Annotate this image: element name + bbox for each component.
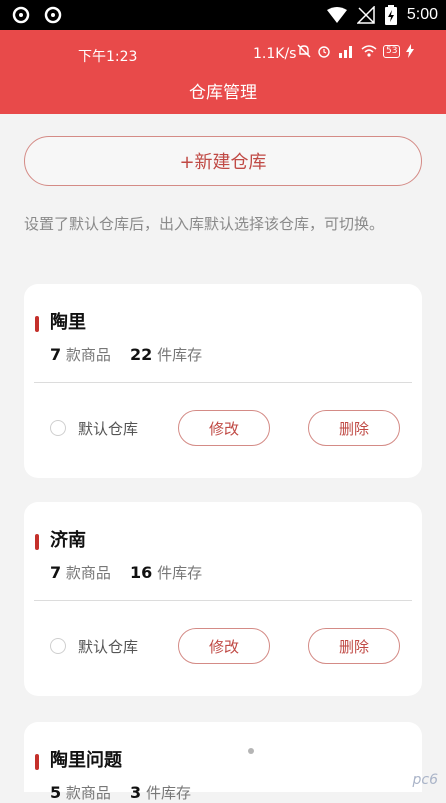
system-left-icons: [12, 6, 62, 24]
warehouse-name: 陶里问题: [50, 750, 122, 771]
sync-icon: [12, 6, 30, 24]
title-accent-bar: [35, 754, 39, 770]
stock-count: 16: [130, 563, 153, 582]
warehouse-card: 济南 7 款商品 16 件库存 默认仓库 修改 删除: [24, 502, 422, 696]
warehouse-name: 陶里: [50, 312, 86, 333]
warehouse-card: 陶里 7 款商品 22 件库存 默认仓库 修改 删除: [24, 284, 422, 478]
system-status-bar: 5:00: [0, 0, 446, 30]
warehouse-name: 济南: [50, 530, 86, 551]
default-warehouse-radio[interactable]: [50, 420, 66, 436]
app-header: 下午1:23 1.1K/s 53 仓库管理: [0, 30, 446, 114]
default-warehouse-hint: 设置了默认仓库后，出入库默认选择该仓库，可切换。: [24, 215, 385, 233]
stock-count: 22: [130, 345, 153, 364]
mute-icon: [297, 44, 311, 58]
default-warehouse-label: 默认仓库: [78, 420, 139, 438]
stock-unit: 件库存: [157, 346, 203, 364]
product-unit: 款商品: [65, 564, 111, 582]
network-speed: 1.1K/s: [253, 46, 297, 62]
warehouse-stats: 7 款商品 16 件库存: [50, 562, 202, 583]
system-time: 5:00: [406, 6, 438, 23]
stock-unit: 件库存: [145, 784, 191, 802]
product-count: 7: [50, 345, 62, 364]
battery-icon: 53: [383, 44, 401, 58]
status-icons: 53: [297, 44, 415, 58]
warehouse-stats: 5 款商品 3 件库存: [50, 782, 191, 803]
stock-count: 3: [130, 783, 142, 802]
page-title: 仓库管理: [189, 83, 257, 103]
system-right-icons: 5:00: [326, 5, 438, 25]
product-count: 5: [50, 783, 62, 802]
new-warehouse-button[interactable]: +新建仓库: [24, 136, 422, 186]
product-unit: 款商品: [65, 346, 111, 364]
divider: [34, 382, 412, 383]
default-warehouse-radio[interactable]: [50, 638, 66, 654]
signal-icon: [339, 46, 352, 58]
title-accent-bar: [35, 534, 39, 550]
battery-icon: [384, 5, 397, 25]
watermark-logo: pc6: [412, 772, 439, 788]
warehouse-card: 陶里问题 5 款商品 3 件库存: [24, 722, 422, 802]
delete-button[interactable]: 删除: [308, 628, 400, 664]
wifi-icon: [361, 45, 377, 57]
sync-icon: [44, 6, 62, 24]
delete-button[interactable]: 删除: [308, 410, 400, 446]
product-count: 7: [50, 563, 62, 582]
status-time: 下午1:23: [78, 49, 138, 65]
warehouse-stats: 7 款商品 22 件库存: [50, 344, 202, 365]
stock-unit: 件库存: [157, 564, 203, 582]
title-accent-bar: [35, 316, 39, 332]
divider: [34, 600, 412, 601]
default-warehouse-label: 默认仓库: [78, 638, 139, 656]
no-signal-icon: [356, 6, 375, 24]
charging-icon: [406, 44, 415, 58]
edit-button[interactable]: 修改: [178, 410, 270, 446]
alarm-icon: [318, 46, 330, 58]
edit-button[interactable]: 修改: [178, 628, 270, 664]
scroll-indicator: [248, 748, 254, 754]
wifi-icon: [326, 7, 347, 23]
product-unit: 款商品: [65, 784, 111, 802]
